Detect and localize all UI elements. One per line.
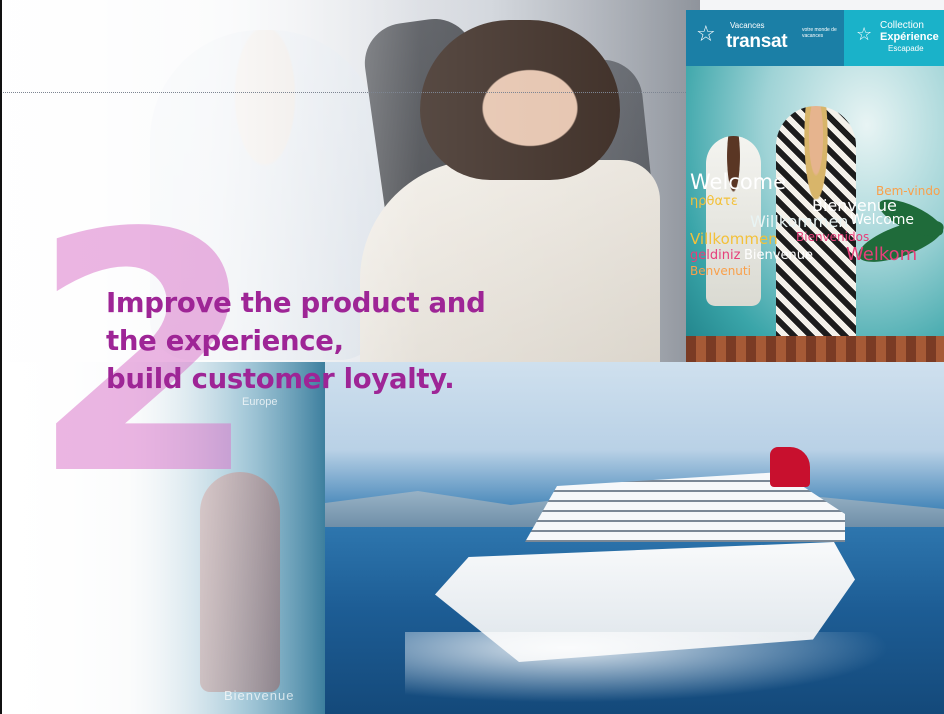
brand-name: transat — [726, 31, 788, 52]
welcome-word: Bienvenue — [744, 248, 813, 263]
welcome-word: Villkommen — [690, 230, 778, 248]
welcome-word: ηρθατε — [690, 194, 738, 209]
headline-line-2: the experience, — [106, 325, 344, 357]
balustrade — [686, 336, 944, 362]
ship-funnel — [770, 447, 810, 487]
welcome-word: Willkommen — [750, 212, 849, 231]
star-icon: ☆ — [696, 22, 716, 47]
welcome-word: Welcome — [850, 212, 915, 228]
star-icon: ☆ — [856, 24, 873, 45]
brochure-header: ☆ Vacances transat votre monde de vacanc… — [686, 10, 944, 66]
ship-wake — [405, 632, 944, 712]
brochure-label-bienvenue: Bienvenue — [224, 688, 295, 703]
slide: Europe Bienvenue Welcome ηρθατε Bem-vind… — [0, 0, 944, 714]
collection-label: Collection — [880, 20, 924, 31]
brand-small-text: Vacances — [730, 21, 765, 30]
headline-line-1: Improve the product and — [106, 287, 486, 319]
welcome-word: Benvenuti — [690, 264, 751, 278]
headline-line-3: build customer loyalty. — [106, 363, 455, 395]
slide-border — [0, 0, 2, 714]
welcome-word: geldiniz — [690, 248, 741, 263]
transat-brochure: Welcome ηρθατε Bem-vindo Bienvenue Willk… — [686, 10, 944, 362]
cruise-ship-photo — [325, 362, 944, 714]
dotted-divider — [0, 92, 686, 93]
experience-label: Expérience — [880, 31, 939, 43]
brand-tagline: votre monde de vacances — [802, 27, 837, 39]
welcome-word: Welcome — [690, 170, 787, 194]
welcome-word-cloud: Welcome ηρθατε Bem-vindo Bienvenue Willk… — [686, 170, 944, 280]
vacances-transat-logo: ☆ Vacances transat votre monde de vacanc… — [686, 10, 844, 66]
welcome-word: Bienvenidos — [796, 230, 870, 244]
escapade-label: Escapade — [888, 44, 924, 53]
welcome-word: Welkom — [846, 244, 918, 265]
slide-headline: Improve the product and the experience, … — [106, 284, 626, 398]
collection-experience-logo: ☆ Collection Expérience Escapade — [844, 10, 944, 66]
